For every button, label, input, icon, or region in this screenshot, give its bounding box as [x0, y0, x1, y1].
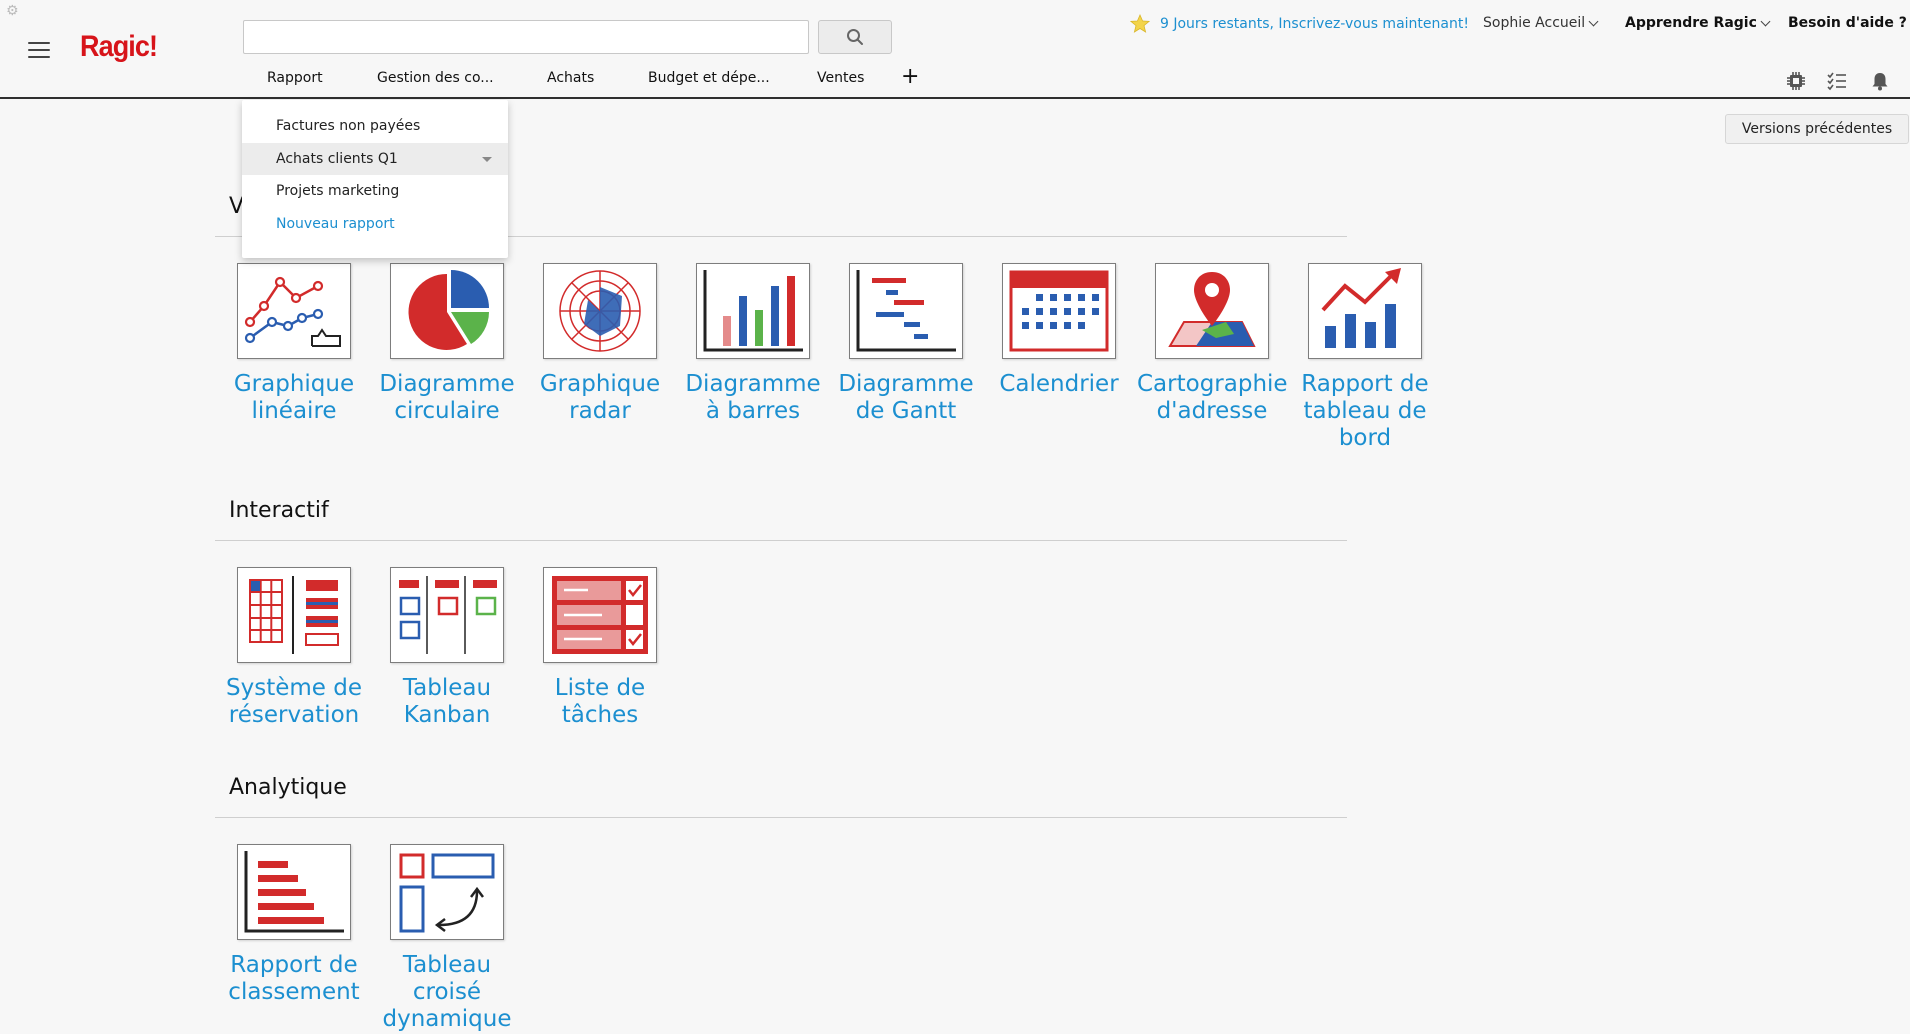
tile-label: Tableau croisé dynamique	[382, 952, 512, 1032]
section-title-interactif: Interactif	[229, 498, 329, 523]
tile-label: Système de réservation	[226, 675, 362, 728]
map-pin-icon	[1155, 263, 1269, 359]
search-button[interactable]	[818, 20, 892, 54]
user-menu[interactable]: Sophie Accueil	[1483, 15, 1599, 31]
dropdown-item-achats-clients[interactable]: Achats clients Q1	[242, 143, 508, 175]
report-dropdown-menu: Factures non payées Achats clients Q1 Pr…	[242, 100, 508, 258]
tile-label: Calendrier	[999, 371, 1119, 397]
tile-graphique-radar[interactable]: Graphique radar	[525, 263, 675, 425]
tab-gestion[interactable]: Gestion des co...	[377, 70, 494, 86]
tile-systeme-reservation[interactable]: Système de réservation	[219, 567, 369, 729]
section-divider	[215, 540, 1347, 541]
star-icon	[1130, 14, 1150, 33]
section-divider	[215, 817, 1347, 818]
kanban-board-icon	[390, 567, 504, 663]
tile-tableau-croise[interactable]: Tableau croisé dynamique	[372, 844, 522, 1033]
top-header: ⚙ Ragic! 9 Jours restants, Inscrivez-vou…	[0, 0, 1910, 99]
bell-icon[interactable]	[1869, 70, 1891, 92]
tile-rapport-tableau-bord[interactable]: Rapport de tableau de bord	[1290, 263, 1440, 452]
tile-diagramme-circulaire[interactable]: Diagramme circulaire	[372, 263, 522, 425]
user-name: Sophie Accueil	[1483, 15, 1586, 31]
tile-diagramme-barres[interactable]: Diagramme à barres	[678, 263, 828, 425]
radar-chart-icon	[543, 263, 657, 359]
previous-versions-button[interactable]: Versions précédentes	[1725, 114, 1909, 144]
ragic-logo[interactable]: Ragic!	[80, 30, 158, 64]
tile-cartographie-adresse[interactable]: Cartographie d'adresse	[1137, 263, 1288, 425]
tile-label: Graphique linéaire	[233, 371, 355, 424]
task-list-icon[interactable]	[1826, 70, 1848, 92]
tile-label: Tableau Kanban	[402, 675, 492, 728]
ranking-report-icon	[237, 844, 351, 940]
calendar-icon	[1002, 263, 1116, 359]
learn-ragic-menu[interactable]: Apprendre Ragic	[1625, 15, 1771, 31]
gear-icon[interactable]: ⚙	[6, 4, 20, 18]
tile-graphique-lineaire[interactable]: Graphique linéaire	[219, 263, 369, 425]
hamburger-menu-icon[interactable]	[28, 42, 50, 58]
tile-label: Rapport de classement	[228, 952, 360, 1005]
gantt-chart-icon	[849, 263, 963, 359]
search-icon	[847, 29, 863, 45]
tile-label: Rapport de tableau de bord	[1301, 371, 1429, 451]
section-title-analytique: Analytique	[229, 775, 347, 800]
add-tab-button[interactable]: +	[901, 66, 919, 88]
tile-label: Cartographie d'adresse	[1137, 371, 1288, 424]
help-link[interactable]: Besoin d'aide ?	[1788, 15, 1907, 31]
tile-label: Diagramme de Gantt	[838, 371, 974, 424]
settings-chip-icon[interactable]	[1785, 70, 1807, 92]
tile-tableau-kanban[interactable]: Tableau Kanban	[372, 567, 522, 729]
dropdown-item-label: Achats clients Q1	[276, 151, 398, 167]
trial-text[interactable]: 9 Jours restants, Inscrivez-vous mainten…	[1160, 16, 1469, 32]
pivot-table-icon	[390, 844, 504, 940]
chevron-down-icon	[1588, 16, 1599, 26]
tile-label: Graphique radar	[539, 371, 661, 424]
tab-achats[interactable]: Achats	[547, 70, 594, 86]
tile-diagramme-gantt[interactable]: Diagramme de Gantt	[831, 263, 981, 425]
pie-chart-icon	[390, 263, 504, 359]
reservation-system-icon	[237, 567, 351, 663]
caret-down-icon[interactable]	[482, 157, 492, 162]
dashboard-report-icon	[1308, 263, 1422, 359]
search-input[interactable]	[243, 20, 809, 54]
tab-ventes[interactable]: Ventes	[817, 70, 864, 86]
new-report-link[interactable]: Nouveau rapport	[242, 208, 508, 240]
dropdown-item-factures[interactable]: Factures non payées	[242, 110, 508, 142]
tab-rapport[interactable]: Rapport	[267, 70, 323, 86]
chevron-down-icon	[1760, 16, 1771, 26]
tile-calendrier[interactable]: Calendrier	[984, 263, 1134, 398]
tile-rapport-classement[interactable]: Rapport de classement	[219, 844, 369, 1006]
tab-budget[interactable]: Budget et dépe...	[648, 70, 770, 86]
line-chart-icon	[237, 263, 351, 359]
dropdown-item-projets[interactable]: Projets marketing	[242, 175, 508, 207]
trial-notice[interactable]: 9 Jours restants, Inscrivez-vous mainten…	[1130, 14, 1469, 34]
tile-label: Diagramme circulaire	[379, 371, 515, 424]
tile-liste-taches[interactable]: Liste de tâches	[525, 567, 675, 729]
task-list-board-icon	[543, 567, 657, 663]
tile-label: Diagramme à barres	[685, 371, 821, 424]
tile-label: Liste de tâches	[554, 675, 646, 728]
learn-ragic-label: Apprendre Ragic	[1625, 15, 1757, 31]
bar-chart-icon	[696, 263, 810, 359]
